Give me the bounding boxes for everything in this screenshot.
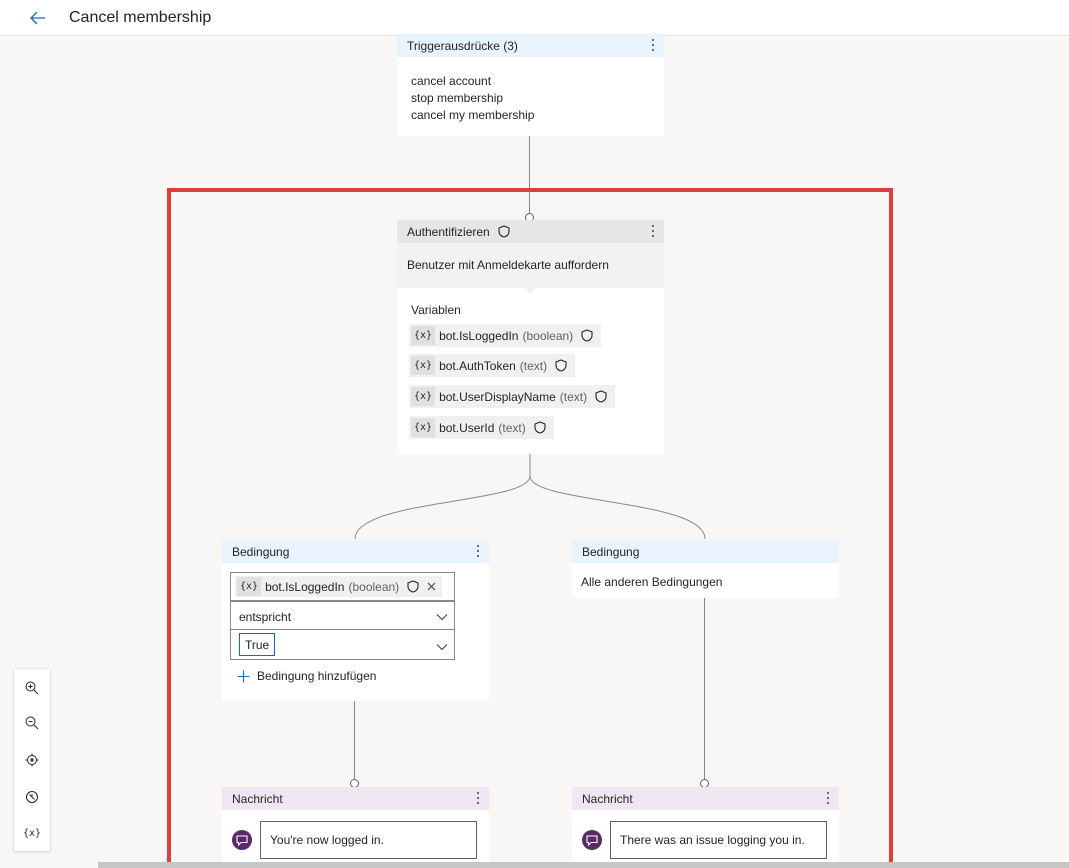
variable-type: (boolean) <box>522 328 574 343</box>
message-bubble-icon <box>232 830 252 850</box>
variables-icon[interactable]: {x} <box>23 824 41 842</box>
condition-operator-dropdown[interactable]: entspricht <box>230 601 455 630</box>
variable-chip[interactable]: {x} bot.IsLoggedIn (boolean) <box>409 324 602 347</box>
variable-chip[interactable]: {x} bot.UserId (text) <box>409 416 554 439</box>
variable-chip[interactable]: {x} bot.AuthToken (text) <box>409 354 576 377</box>
message-text-field[interactable]: There was an issue logging you in. <box>610 821 827 859</box>
shield-icon <box>534 421 546 434</box>
authenticate-node-title: Authentifizieren <box>407 224 490 239</box>
connector-right-branch <box>704 598 705 779</box>
message-node-header: Nachricht <box>222 787 489 810</box>
condition-node-header: Bedingung <box>222 540 489 563</box>
trigger-node-header: Triggerausdrücke (3) <box>397 34 664 57</box>
top-bar: Cancel membership <box>0 0 1069 36</box>
condition-node-right[interactable]: Bedingung Alle anderen Bedingungen <box>572 540 839 598</box>
zoom-out-icon[interactable] <box>23 714 41 732</box>
variable-type: (text) <box>559 389 588 404</box>
branch-connector <box>354 454 706 540</box>
trigger-phrase: cancel my membership <box>411 108 535 122</box>
condition-value-token: True <box>239 633 276 656</box>
variable-type: (text) <box>498 420 526 435</box>
variable-name: bot.IsLoggedIn <box>439 328 519 343</box>
variable-icon: {x} <box>411 326 436 345</box>
canvas-controls: {x} <box>14 669 50 851</box>
condition-operator-value: entspricht <box>239 610 292 624</box>
authenticate-subtitle-panel: Benutzer mit Anmeldekarte auffordern <box>397 243 664 294</box>
message-node-left[interactable]: Nachricht You're now logged in. <box>222 787 489 868</box>
more-options-icon[interactable] <box>825 791 831 805</box>
message-bubble-icon <box>582 830 602 850</box>
horizontal-scrollbar[interactable] <box>98 862 1069 868</box>
shield-icon <box>595 390 607 403</box>
condition-variable-field[interactable]: {x} bot.IsLoggedIn (boolean) <box>230 572 455 601</box>
subtitle-pointer <box>524 288 536 294</box>
variables-label: Variablen <box>411 303 461 317</box>
variable-type: (text) <box>519 358 548 373</box>
add-condition-label: Bedingung hinzufügen <box>257 669 377 683</box>
variables-icon-label: {x} <box>22 827 42 839</box>
back-arrow-icon[interactable] <box>28 8 48 28</box>
more-options-icon[interactable] <box>475 791 481 805</box>
variable-name: bot.UserDisplayName <box>439 389 556 404</box>
shield-icon <box>581 329 593 342</box>
zoom-in-icon[interactable] <box>23 679 41 697</box>
message-text-field[interactable]: You're now logged in. <box>260 821 477 859</box>
more-options-icon[interactable] <box>650 224 656 238</box>
condition-value-dropdown[interactable]: True <box>230 629 455 660</box>
variable-name: bot.UserId <box>439 420 495 435</box>
shield-icon <box>555 359 567 372</box>
reset-icon[interactable] <box>23 788 41 806</box>
message-node-title: Nachricht <box>232 791 283 806</box>
condition-node-title: Bedingung <box>232 544 290 559</box>
chevron-down-icon <box>436 640 448 654</box>
variable-icon: {x} <box>411 418 436 437</box>
variable-icon: {x} <box>237 577 262 596</box>
variable-chip[interactable]: {x} bot.UserDisplayName (text) <box>409 385 616 408</box>
more-options-icon[interactable] <box>650 38 656 52</box>
variable-icon: {x} <box>411 387 436 406</box>
condition-node-header: Bedingung <box>572 540 839 563</box>
variable-type: (boolean) <box>348 579 400 594</box>
plus-icon <box>237 670 250 683</box>
connector-trigger-auth <box>529 136 530 216</box>
authenticate-node-header: Authentifizieren <box>397 220 664 243</box>
trigger-node[interactable]: Triggerausdrücke (3) cancel account stop… <box>397 34 664 136</box>
condition-node-left[interactable]: Bedingung {x} bot.IsLoggedIn (boolean) e… <box>222 540 489 701</box>
message-node-header: Nachricht <box>572 787 839 810</box>
variable-icon: {x} <box>411 356 436 375</box>
trigger-phrase: cancel account <box>411 74 492 88</box>
add-condition-button[interactable]: Bedingung hinzufügen <box>237 669 376 683</box>
shield-icon <box>498 225 510 238</box>
message-node-title: Nachricht <box>582 791 633 806</box>
condition-node-title: Bedingung <box>582 544 640 559</box>
condition-else-text: Alle anderen Bedingungen <box>581 575 723 589</box>
message-node-right[interactable]: Nachricht There was an issue logging you… <box>572 787 839 868</box>
authenticate-subtitle: Benutzer mit Anmeldekarte auffordern <box>407 258 609 272</box>
remove-variable-icon[interactable] <box>427 582 436 591</box>
authenticate-node[interactable]: Authentifizieren Benutzer mit Anmeldekar… <box>397 220 664 454</box>
locate-icon[interactable] <box>23 751 41 769</box>
variable-name: bot.AuthToken <box>439 358 516 373</box>
connector-left-branch <box>354 701 355 779</box>
variable-name: bot.IsLoggedIn <box>265 579 345 594</box>
chevron-down-icon <box>436 610 448 624</box>
trigger-node-title: Triggerausdrücke (3) <box>407 38 518 53</box>
shield-icon <box>407 580 419 593</box>
more-options-icon[interactable] <box>475 544 481 558</box>
page-title: Cancel membership <box>69 9 212 26</box>
variable-chip[interactable]: {x} bot.IsLoggedIn (boolean) <box>235 576 443 597</box>
trigger-phrase: stop membership <box>411 91 504 105</box>
